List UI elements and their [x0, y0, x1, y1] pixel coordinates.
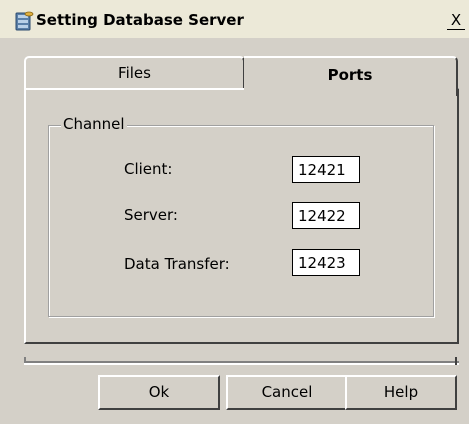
separator: [24, 361, 459, 365]
client-label: Client:: [124, 160, 173, 178]
title-bar[interactable]: Setting Database Server X: [0, 0, 469, 38]
tab-ports[interactable]: Ports: [244, 56, 458, 96]
data-transfer-label: Data Transfer:: [124, 255, 230, 273]
server-label: Server:: [124, 206, 178, 224]
tab-files[interactable]: Files: [24, 56, 245, 88]
ok-button[interactable]: Ok: [98, 375, 220, 410]
database-server-icon: [15, 11, 34, 31]
separator-right-edge: [455, 357, 457, 365]
data-transfer-port-input[interactable]: [292, 249, 360, 276]
close-button[interactable]: X: [447, 12, 465, 30]
help-button[interactable]: Help: [345, 375, 457, 410]
channel-legend: Channel: [61, 115, 127, 133]
client-port-input[interactable]: [292, 156, 360, 183]
server-port-input[interactable]: [292, 202, 360, 229]
cancel-button[interactable]: Cancel: [226, 375, 348, 410]
channel-groupbox: [48, 125, 434, 317]
dialog-window: Setting Database Server X Files Ports Ch…: [0, 0, 469, 424]
window-title: Setting Database Server: [36, 11, 244, 29]
